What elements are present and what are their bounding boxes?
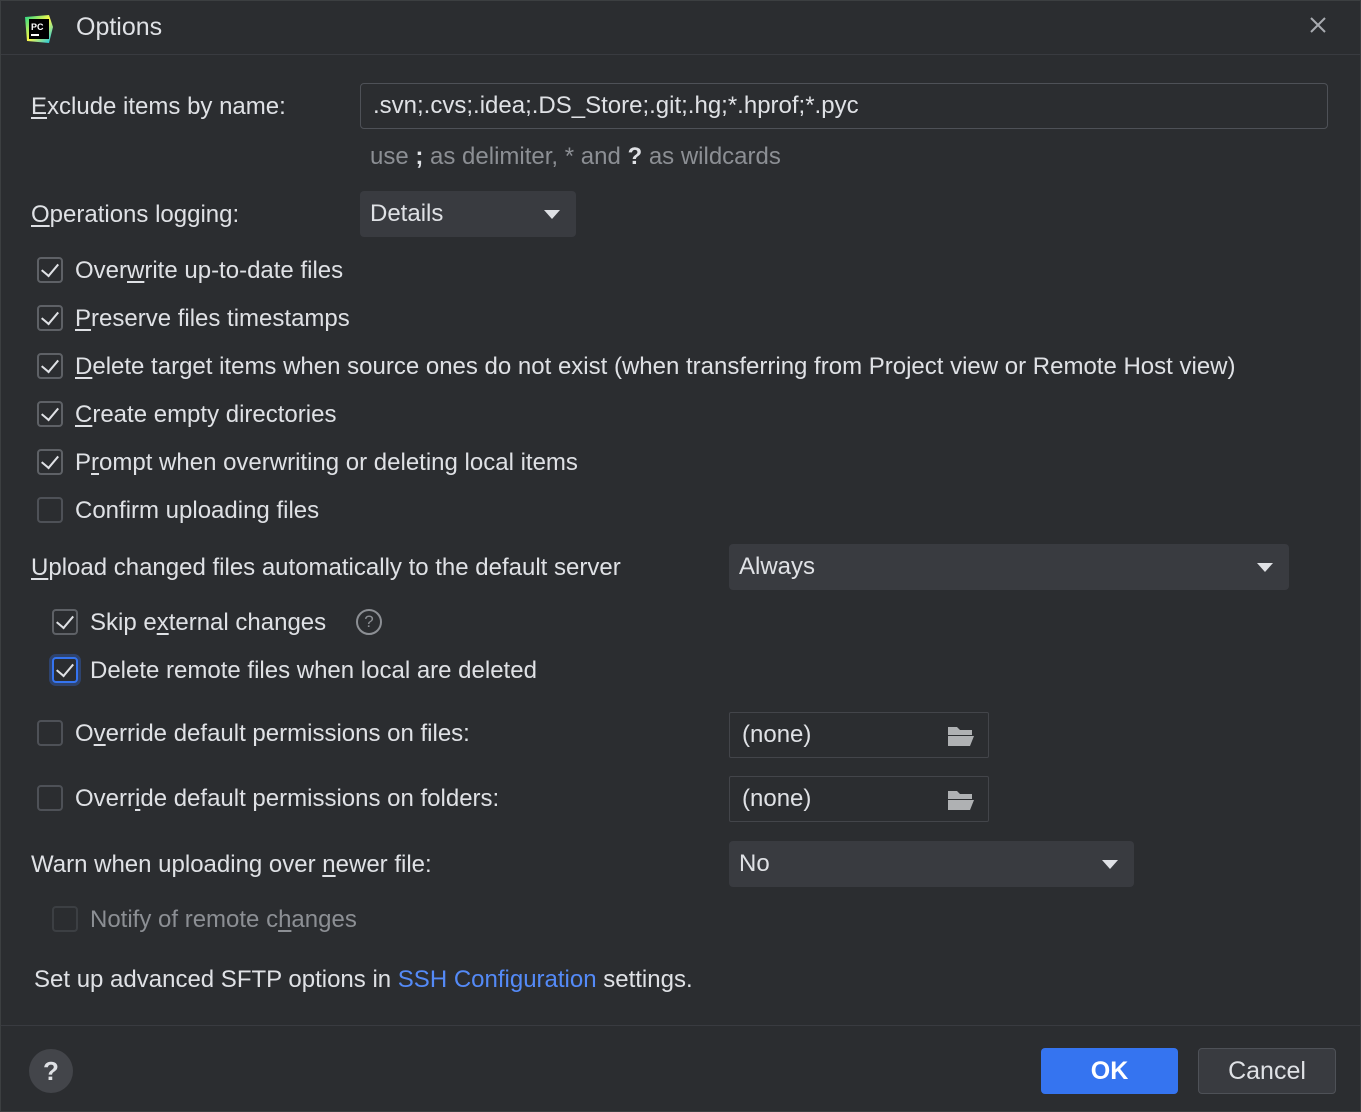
logging-label: Operations logging: (31, 201, 240, 228)
skip-external-checkbox[interactable] (52, 609, 78, 635)
sftp-note: Set up advanced SFTP options in SSH Conf… (34, 966, 693, 994)
folder-icon[interactable] (946, 787, 976, 813)
warn-select[interactable]: No (729, 841, 1134, 887)
exclude-label: Exclude items by name: (31, 93, 286, 120)
options-dialog: PC Options Exclude items by name: .svn;.… (0, 0, 1361, 1112)
upload-select[interactable]: Always (729, 544, 1289, 590)
title-bar: PC Options (1, 1, 1360, 55)
folders-permissions-field[interactable]: (none) (729, 776, 989, 822)
warn-value: No (739, 850, 770, 877)
preserve-timestamps-checkbox[interactable] (37, 305, 63, 331)
sftp-suffix: settings. (596, 966, 693, 993)
sftp-prefix: Set up advanced SFTP options in (34, 966, 398, 993)
hint-suffix: as wildcards (642, 143, 781, 170)
delete-target-checkbox[interactable] (37, 353, 63, 379)
folders-permissions-value: (none) (742, 785, 812, 812)
confirm-upload-checkbox[interactable] (37, 497, 63, 523)
delete-target-label: Delete target items when source ones do … (75, 353, 1236, 380)
files-permissions-field[interactable]: (none) (729, 712, 989, 758)
ssh-configuration-link[interactable]: SSH Configuration (398, 966, 597, 993)
overwrite-checkbox[interactable] (37, 257, 63, 283)
hint-mid: as delimiter, * and (423, 143, 628, 170)
confirm-upload-label: Confirm uploading files (75, 497, 320, 524)
create-dirs-checkbox[interactable] (37, 401, 63, 427)
override-folders-checkbox[interactable] (37, 785, 63, 811)
pycharm-icon: PC (25, 15, 53, 43)
help-circle-icon[interactable]: ? (356, 609, 382, 635)
create-dirs-label: Create empty directories (75, 401, 337, 428)
chevron-down-icon (1102, 860, 1118, 869)
exclude-label-rest: xclude items by name: (47, 93, 286, 120)
delete-remote-label: Delete remote files when local are delet… (90, 657, 537, 684)
override-folders-label: Override default permissions on folders: (75, 785, 500, 812)
ok-button[interactable]: OK (1041, 1048, 1178, 1094)
notify-remote-checkbox (52, 906, 78, 932)
footer-divider (1, 1025, 1360, 1026)
notify-remote-label: Notify of remote changes (90, 906, 357, 933)
files-permissions-value: (none) (742, 721, 812, 748)
overwrite-label: Overwrite up-to-date files (75, 257, 344, 284)
cancel-button[interactable]: Cancel (1198, 1048, 1336, 1094)
window-title: Options (76, 13, 163, 41)
override-files-label: Override default permissions on files: (75, 720, 470, 747)
help-button[interactable]: ? (29, 1049, 73, 1093)
warn-label: Warn when uploading over newer file: (31, 851, 432, 878)
folder-icon[interactable] (946, 723, 976, 749)
svg-text:PC: PC (31, 22, 44, 32)
skip-external-label: Skip external changes (90, 609, 327, 636)
close-icon[interactable] (1306, 13, 1330, 37)
chevron-down-icon (1257, 563, 1273, 572)
prompt-overwrite-label: Prompt when overwriting or deleting loca… (75, 449, 578, 476)
prompt-overwrite-checkbox[interactable] (37, 449, 63, 475)
override-files-checkbox[interactable] (37, 720, 63, 746)
hint-q: ? (627, 143, 643, 170)
chevron-down-icon (544, 210, 560, 219)
delete-remote-checkbox[interactable] (52, 657, 78, 683)
upload-label: Upload changed files automatically to th… (31, 554, 621, 581)
logging-value: Details (370, 200, 444, 227)
preserve-timestamps-label: Preserve files timestamps (75, 305, 350, 332)
hint-prefix: use (370, 143, 416, 170)
exclude-input[interactable]: .svn;.cvs;.idea;.DS_Store;.git;.hg;*.hpr… (360, 83, 1328, 129)
exclude-hint: use ; as delimiter, * and ? as wildcards (370, 143, 781, 171)
logging-select[interactable]: Details (360, 191, 576, 237)
upload-value: Always (739, 553, 816, 580)
